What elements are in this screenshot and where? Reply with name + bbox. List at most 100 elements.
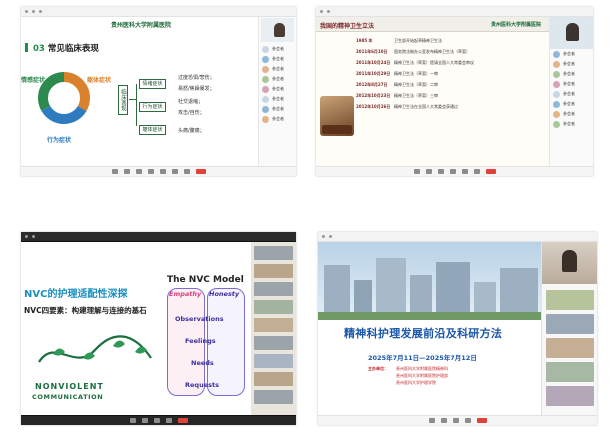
- participants-icon[interactable]: [449, 169, 456, 174]
- more-icon[interactable]: [183, 169, 190, 174]
- meeting-toolbar: [21, 166, 296, 176]
- window-dot-icon: [32, 10, 35, 13]
- window-dot-icon: [25, 235, 28, 238]
- camera-icon[interactable]: [123, 169, 130, 174]
- participant-item[interactable]: 参会者: [259, 94, 296, 104]
- meeting-top-bar: [318, 232, 597, 242]
- camera-icon[interactable]: [141, 418, 148, 423]
- participant-video[interactable]: [254, 354, 293, 368]
- camera-icon[interactable]: [440, 418, 447, 423]
- participant-video[interactable]: [254, 318, 293, 332]
- avatar: [262, 45, 269, 53]
- mic-icon[interactable]: [111, 169, 118, 174]
- leave-button[interactable]: [476, 418, 487, 423]
- category-box: 情绪症状: [139, 79, 166, 89]
- building-shape: [376, 258, 406, 320]
- more-icon[interactable]: [473, 169, 480, 174]
- timeline-row: 2011年10月24日 精神卫生法（草案）提请全国人大常委会审议: [356, 60, 474, 65]
- timeline-row: 1985 年卫生部开始起草精神卫生法: [356, 38, 442, 43]
- meeting-toolbar: [316, 166, 593, 176]
- mic-icon[interactable]: [129, 418, 136, 423]
- participant-list: 参会者 参会者 参会者 参会者 参会者 参会者 参会者 参会者: [258, 17, 296, 166]
- participant-item[interactable]: 参会者: [550, 89, 593, 99]
- participant-item[interactable]: 参会者: [259, 64, 296, 74]
- column-label: Empathy: [169, 290, 202, 298]
- participant-item[interactable]: 参会者: [550, 59, 593, 69]
- leave-button[interactable]: [485, 169, 496, 174]
- share-icon[interactable]: [437, 169, 444, 174]
- share-icon[interactable]: [153, 418, 160, 423]
- nvc-logo-subtext: COMMUNICATION: [32, 393, 104, 401]
- host-org: 贵州医科大学护理学院: [396, 380, 436, 385]
- window-dot-icon: [327, 10, 330, 13]
- chat-icon[interactable]: [461, 169, 468, 174]
- host-label: 主办单位：: [368, 366, 388, 371]
- avatar: [262, 115, 269, 123]
- participant-item[interactable]: 参会者: [259, 44, 296, 54]
- participant-video[interactable]: [254, 336, 293, 350]
- share-icon[interactable]: [135, 169, 142, 174]
- leaf-label: 头痛/腹痛；: [178, 128, 205, 134]
- participant-video[interactable]: [546, 314, 594, 334]
- participant-item[interactable]: 参会者: [259, 114, 296, 124]
- participant-item[interactable]: 参会者: [550, 49, 593, 59]
- participant-video[interactable]: [254, 300, 293, 314]
- record-icon[interactable]: [171, 169, 178, 174]
- timeline-row: 2011年6月10日 国务院法制办公室发布精神卫生法（草案）: [356, 49, 470, 54]
- mic-icon[interactable]: [428, 418, 435, 423]
- meeting-top-bar: [21, 232, 296, 242]
- leave-button[interactable]: [177, 418, 188, 423]
- meeting-screenshot-4: 精神科护理发展前沿及科研方法 2025年7月11日—2025年7月12日 主办单…: [318, 232, 597, 425]
- speaker-video[interactable]: [542, 242, 597, 284]
- avatar: [262, 105, 269, 113]
- speaker-video: [261, 18, 294, 42]
- segment-label: 行为症状: [47, 137, 72, 144]
- participant-video[interactable]: [546, 386, 594, 406]
- participant-video[interactable]: [546, 362, 594, 382]
- participant-video[interactable]: [254, 372, 293, 386]
- participant-video[interactable]: [254, 390, 293, 404]
- camera-icon[interactable]: [425, 169, 432, 174]
- participant-item[interactable]: 参会者: [259, 54, 296, 64]
- mic-icon[interactable]: [413, 169, 420, 174]
- avatar: [262, 75, 269, 83]
- participant-video[interactable]: [254, 264, 293, 278]
- participant-video[interactable]: [254, 282, 293, 296]
- participant-video[interactable]: [546, 290, 594, 310]
- shared-slide: 1985 年卫生部开始起草精神卫生法 2011年6月10日 国务院法制办公室发布精…: [316, 32, 549, 166]
- vine-illustration: [38, 335, 152, 363]
- host-org: 贵州医科大学附属医院精神科: [396, 366, 448, 371]
- meeting-toolbar: [21, 415, 296, 425]
- conference-banner: 精神科护理发展前沿及科研方法 2025年7月11日—2025年7月12日 主办单…: [318, 320, 541, 415]
- participant-item[interactable]: 参会者: [550, 99, 593, 109]
- leave-button[interactable]: [195, 169, 206, 174]
- participant-item[interactable]: 参会者: [550, 69, 593, 79]
- nvc-logo-text: NONVIOLENT: [35, 382, 104, 391]
- chat-icon[interactable]: [464, 418, 471, 423]
- meeting-toolbar: [318, 415, 597, 425]
- participants-icon[interactable]: [147, 169, 154, 174]
- chat-icon[interactable]: [165, 418, 172, 423]
- participant-item[interactable]: 参会者: [259, 84, 296, 94]
- avatar: [553, 80, 560, 88]
- participant-item[interactable]: 参会者: [259, 104, 296, 114]
- slide-title: 03 常见临床表现: [33, 44, 99, 54]
- participant-video[interactable]: [546, 338, 594, 358]
- speaker-avatar: [274, 23, 285, 37]
- host-org: 贵州医科大学附属医院护理部: [396, 373, 448, 378]
- column-label: Honesty: [209, 290, 240, 298]
- participant-item[interactable]: 参会者: [550, 119, 593, 129]
- speaker-avatar: [566, 23, 579, 41]
- participant-item[interactable]: 参会者: [550, 109, 593, 119]
- avatar: [553, 90, 560, 98]
- meeting-screenshot-1: 贵州医科大学附属医院 03 常见临床表现 情感症状 躯体症状 行为症状 临床表现…: [21, 7, 296, 176]
- participant-item[interactable]: 参会者: [550, 79, 593, 89]
- model-title: The NVC Model: [167, 275, 244, 285]
- chat-icon[interactable]: [159, 169, 166, 174]
- share-icon[interactable]: [452, 418, 459, 423]
- participant-video[interactable]: [254, 246, 293, 260]
- participant-item[interactable]: 参会者: [259, 74, 296, 84]
- avatar: [553, 60, 560, 68]
- avatar: [262, 95, 269, 103]
- window-dot-icon: [329, 235, 332, 238]
